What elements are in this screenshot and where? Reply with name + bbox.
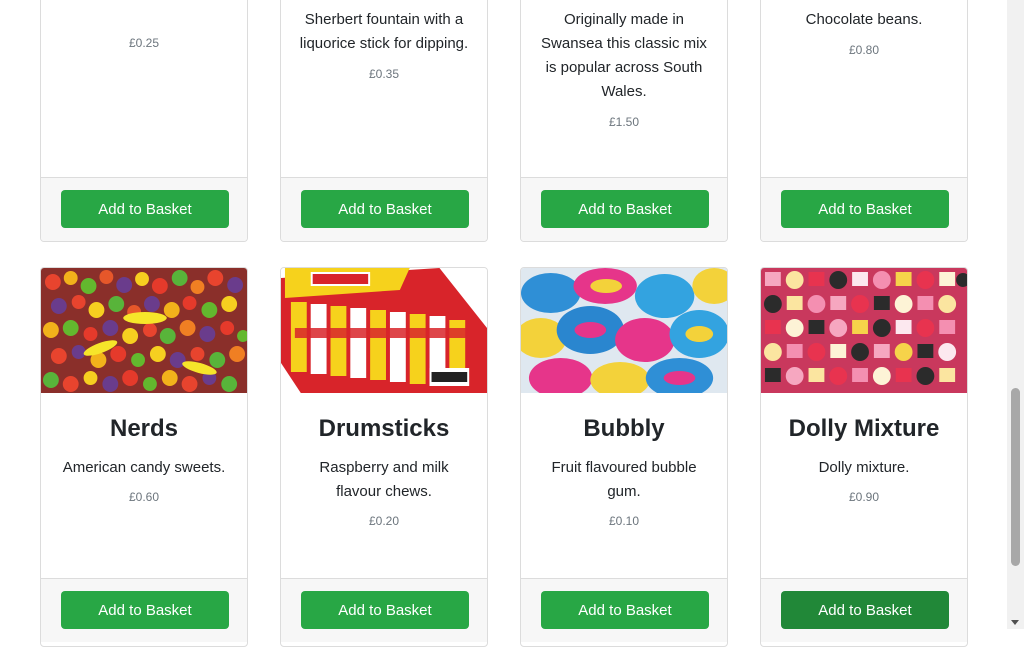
product-description: Fruit flavoured bubble gum. xyxy=(551,459,697,500)
product-price: £0.90 xyxy=(848,490,880,504)
product-card: Originally made in Swansea this classic … xyxy=(520,0,728,242)
product-card-drumsticks: Drumsticks Raspberry and milk flavour ch… xyxy=(280,267,488,647)
add-to-basket-button[interactable]: Add to Basket xyxy=(61,190,229,228)
product-card-nerds: Nerds American candy sweets. £0.60 Add t… xyxy=(40,267,248,647)
product-card: Chocolate beans. £0.80 Add to Basket xyxy=(760,0,968,242)
product-description: Sherbert fountain with a liquorice stick… xyxy=(299,11,469,52)
product-description: Dolly mixture. xyxy=(818,459,910,476)
card-footer: Add to Basket xyxy=(281,578,487,642)
product-price: £0.60 xyxy=(128,490,160,504)
product-description: Originally made in Swansea this classic … xyxy=(541,11,707,100)
card-footer: Add to Basket xyxy=(41,578,247,642)
product-card: Sherbert fountain with a liquorice stick… xyxy=(280,0,488,242)
product-price: £0.25 xyxy=(128,36,160,50)
card-footer: Add to Basket xyxy=(41,177,247,241)
card-footer: Add to Basket xyxy=(281,177,487,241)
scroll-down-arrow-icon[interactable] xyxy=(1011,620,1019,625)
dolly-mixture-image xyxy=(761,268,967,393)
product-price: £0.80 xyxy=(848,43,880,57)
product-price: £0.20 xyxy=(368,514,400,528)
product-title: Dolly Mixture xyxy=(788,415,940,442)
add-to-basket-button[interactable]: Add to Basket xyxy=(781,591,949,629)
card-footer: Add to Basket xyxy=(761,578,967,642)
product-price: £1.50 xyxy=(608,115,640,129)
add-to-basket-button[interactable]: Add to Basket xyxy=(301,591,469,629)
product-description: Chocolate beans. xyxy=(805,11,923,28)
add-to-basket-button[interactable]: Add to Basket xyxy=(781,190,949,228)
add-to-basket-button[interactable]: Add to Basket xyxy=(541,591,709,629)
product-title: Drumsticks xyxy=(318,415,450,442)
product-card-bubbly: Bubbly Fruit flavoured bubble gum. £0.10… xyxy=(520,267,728,647)
product-description: Raspberry and milk flavour chews. xyxy=(319,459,449,500)
page-scrollbar[interactable] xyxy=(1007,0,1024,629)
product-price: £0.10 xyxy=(608,514,640,528)
drumstick-box-image xyxy=(281,268,487,393)
product-title: Nerds xyxy=(109,415,179,442)
add-to-basket-button[interactable]: Add to Basket xyxy=(301,190,469,228)
product-card: £0.25 Add to Basket xyxy=(40,0,248,242)
card-footer: Add to Basket xyxy=(761,177,967,241)
scrollbar-thumb[interactable] xyxy=(1011,388,1020,566)
product-card-dolly-mixture: Dolly Mixture Dolly mixture. £0.90 Add t… xyxy=(760,267,968,647)
add-to-basket-button[interactable]: Add to Basket xyxy=(61,591,229,629)
product-title: Bubbly xyxy=(583,415,665,442)
add-to-basket-button[interactable]: Add to Basket xyxy=(541,190,709,228)
card-footer: Add to Basket xyxy=(521,177,727,241)
card-footer: Add to Basket xyxy=(521,578,727,642)
product-price: £0.35 xyxy=(368,67,400,81)
nerds-candy-image xyxy=(41,268,247,393)
bubbly-gum-image xyxy=(521,268,727,393)
product-description: American candy sweets. xyxy=(62,459,226,476)
